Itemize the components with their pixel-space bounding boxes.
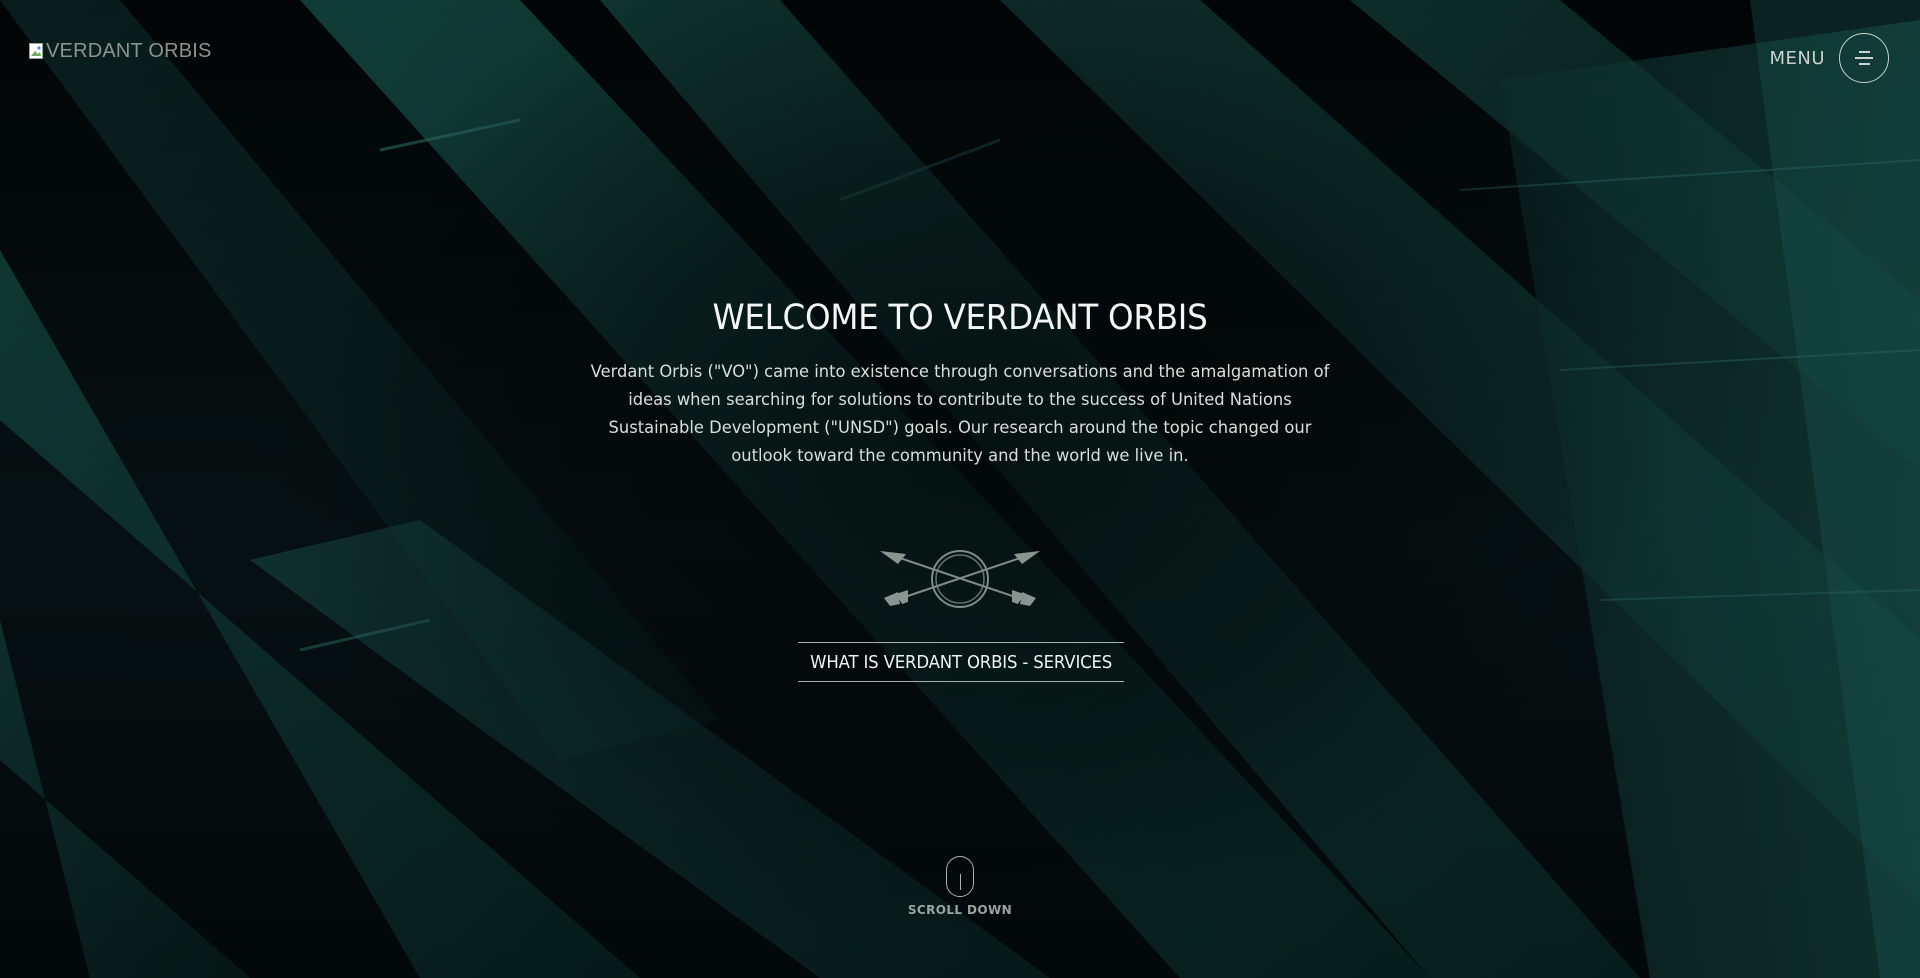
page-title: WELCOME TO VERDANT ORBIS [712, 298, 1208, 338]
background-image [0, 0, 1920, 978]
broken-image-icon [29, 42, 45, 61]
menu-label: MENU [1769, 47, 1825, 69]
mouse-icon [946, 856, 974, 897]
services-link-label: WHAT IS VERDANT ORBIS - SERVICES [810, 651, 1113, 673]
services-link[interactable]: WHAT IS VERDANT ORBIS - SERVICES [798, 642, 1124, 682]
menu-button[interactable]: MENU [1769, 33, 1889, 83]
hamburger-icon [1839, 33, 1889, 83]
scroll-down-label: SCROLL DOWN [907, 903, 1013, 917]
scroll-down-button[interactable]: SCROLL DOWN [900, 856, 1020, 917]
page: VERDANT ORBIS MENU WELCOME TO VERDANT OR… [0, 0, 1920, 978]
logo-alt-text: VERDANT ORBIS [46, 40, 212, 62]
arrows-circle-emblem-icon [880, 550, 1040, 608]
hero-section: WELCOME TO VERDANT ORBIS Verdant Orbis (… [560, 290, 1360, 470]
mouse-wheel [959, 874, 961, 890]
hero-description: Verdant Orbis ("VO") came into existence… [590, 362, 1330, 466]
site-logo[interactable]: VERDANT ORBIS [29, 40, 212, 63]
